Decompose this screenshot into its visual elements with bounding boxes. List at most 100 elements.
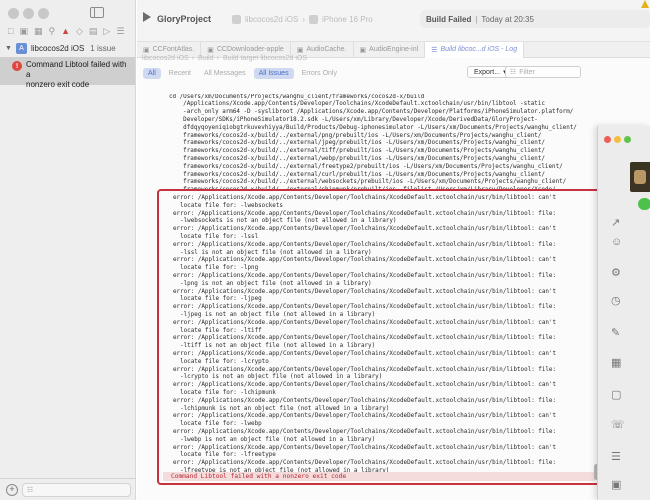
target-icon: A [15, 42, 27, 54]
issue-error-row[interactable]: ! Command Libtool failed with a nonzero … [0, 57, 135, 89]
log-line: -lwebsockets is not an object file (not … [173, 218, 397, 225]
log-line: -lcrypto is not an object file (not allo… [173, 374, 383, 381]
chevron-right-icon: › [302, 14, 306, 24]
scope-all[interactable]: All [143, 67, 161, 79]
scope-recent[interactable]: Recent [164, 68, 196, 79]
folder-icon[interactable]: □ [8, 26, 13, 36]
log-line: frameworks/cocos2d-x/build/../external/w… [169, 179, 567, 186]
log-line: frameworks/cocos2d-x/build/../external/j… [169, 140, 545, 147]
log-line: frameworks/cocos2d-x/build/../external/c… [169, 171, 545, 178]
log-line: -lchipmunk is not an object file (not al… [173, 405, 390, 412]
chevron-down-icon[interactable]: ▼ [5, 45, 12, 52]
log-line: error: /Applications/Xcode.app/Contents/… [173, 413, 557, 420]
log-line: error: /Applications/Xcode.app/Contents/… [173, 272, 557, 279]
window-controls [604, 136, 631, 143]
issue-error-line-1: Command Libtool failed with a [26, 60, 127, 79]
issue-warning-icon[interactable]: ▲ [61, 26, 70, 36]
log-line: dfdqyqoyeniqiobgtrkuvevhiyya/Build/Produ… [169, 124, 577, 131]
log-line: error: /Applications/Xcode.app/Contents/… [173, 460, 557, 467]
log-filter-field[interactable]: ☷ Filter [505, 66, 581, 78]
log-command-block: cd /Users/xm/Documents/Projects/wanghu_c… [157, 94, 592, 204]
minimize-window-button[interactable] [614, 136, 621, 143]
status-divider: | [475, 14, 478, 24]
settings-icon[interactable]: ⚙ [611, 266, 621, 279]
sidebar-toolbar: □ ▣ ▦ ⚲ ▲ ◇ ▤ ▷ ☰ [0, 0, 135, 44]
source-control-icon[interactable]: ▣ [19, 26, 28, 37]
log-line: error: /Applications/Xcode.app/Contents/… [173, 210, 557, 217]
log-line: locate file for: -lchipmunk [173, 389, 276, 396]
log-line: -lssl is not an object file (not allowed… [173, 249, 372, 256]
folder-icon[interactable]: ▢ [611, 388, 621, 401]
issue-group-count: 1 issue [90, 43, 116, 53]
log-line: error: /Applications/Xcode.app/Contents/… [173, 226, 557, 233]
warning-triangle-icon[interactable] [641, 0, 649, 8]
log-line: error: /Applications/Xcode.app/Contents/… [173, 257, 557, 264]
share-icon[interactable]: ↗ [611, 216, 620, 229]
jump-bar-segment-build[interactable]: Build › [198, 55, 219, 62]
jump-bar-segment-build-target[interactable]: Build target libcocos2d iOS [223, 55, 307, 62]
scope-errors-only[interactable]: Errors Only [297, 68, 342, 79]
log-line: locate file for: -lwebp [173, 421, 262, 428]
log-line: error: /Applications/Xcode.app/Contents/… [173, 366, 557, 373]
debug-icon[interactable]: ▤ [89, 26, 98, 37]
issue-group-row[interactable]: ▼ A libcocos2d iOS 1 issue [0, 40, 135, 56]
log-line: locate file for: -lcrypto [173, 358, 269, 365]
archive-icon[interactable]: ▣ [611, 478, 621, 491]
menu-icon[interactable]: ☰ [611, 450, 621, 463]
sidebar-toggle-icon[interactable] [90, 7, 104, 18]
jump-bar-segment-target[interactable]: libcocos2d iOS › [142, 55, 194, 62]
log-line: cd /Users/xm/Documents/Projects/wanghu_c… [169, 93, 425, 100]
clock-icon[interactable]: ◷ [611, 294, 621, 307]
log-line: -lpng is not an object file (not allowed… [173, 280, 372, 287]
scope-all-issues[interactable]: All Issues [253, 67, 294, 79]
log-line: Developer/SDKs/iPhoneSimulator18.2.sdk -… [169, 116, 538, 123]
scheme-selector[interactable]: libcocos2d iOS › iPhone 16 Pro [232, 11, 412, 27]
scheme-name: libcocos2d iOS [245, 14, 299, 24]
find-icon[interactable]: ⚲ [48, 26, 55, 37]
log-line: error: /Applications/Xcode.app/Contents/… [173, 241, 557, 248]
thumbnail-image[interactable] [630, 162, 650, 192]
plus-icon[interactable]: + [6, 483, 18, 496]
editor-area: GloryProject libcocos2d iOS › iPhone 16 … [137, 0, 650, 500]
bookmark-icon[interactable]: ✎ [611, 326, 620, 339]
log-line: error: /Applications/Xcode.app/Contents/… [173, 444, 557, 451]
phone-icon[interactable]: ☏ [611, 418, 625, 431]
error-highlight-box: error: /Applications/Xcode.app/Contents/… [157, 189, 601, 485]
log-line: frameworks/cocos2d-x/build/../external/p… [169, 132, 542, 139]
person-icon[interactable]: ☺ [611, 236, 622, 248]
error-badge-icon: ! [12, 61, 22, 71]
log-line: frameworks/cocos2d-x/build/../external/t… [169, 148, 545, 155]
zoom-window-button[interactable] [624, 136, 631, 143]
scope-all-messages[interactable]: All Messages [199, 68, 251, 79]
breakpoint-icon[interactable]: ▷ [103, 26, 110, 37]
log-line: -ljpeg is not an object file (not allowe… [173, 311, 376, 318]
log-line: -ltiff is not an object file (not allowe… [173, 343, 376, 350]
play-icon[interactable] [143, 12, 151, 22]
chat-bubble-icon[interactable] [638, 198, 650, 210]
log-error-block: error: /Applications/Xcode.app/Contents/… [159, 191, 599, 476]
target-icon [232, 14, 241, 24]
log-line: locate file for: -lwebsockets [173, 202, 283, 209]
log-line: error: /Applications/Xcode.app/Contents/… [173, 397, 557, 404]
symbol-icon[interactable]: ▦ [34, 26, 43, 37]
log-line: locate file for: -ljpeg [173, 296, 262, 303]
build-status-result: Build Failed [426, 14, 472, 24]
issue-error-text: Command Libtool failed with a nonzero ex… [26, 60, 131, 89]
close-window-button[interactable] [604, 136, 611, 143]
test-icon[interactable]: ◇ [76, 26, 83, 37]
issue-navigator: □ ▣ ▦ ⚲ ▲ ◇ ▤ ▷ ☰ ▼ A libcocos2d iOS 1 i… [0, 0, 136, 500]
sidebar-filter-field[interactable]: ☷ [22, 482, 131, 497]
grid-icon[interactable]: ▦ [611, 356, 621, 369]
log-line: error: /Applications/Xcode.app/Contents/… [173, 350, 557, 357]
report-icon[interactable]: ☰ [116, 26, 124, 37]
log-line: locate file for: -lssl [173, 233, 259, 240]
background-window: ↗ ☺ ⚙ ◷ ✎ ▦ ▢ ☏ ☰ ▣ [597, 126, 650, 500]
build-status-time: Today at 20:35 [481, 14, 534, 24]
activity-status[interactable]: Build Failed | Today at 20:35 [420, 10, 650, 28]
log-line: locate file for: -ltiff [173, 327, 262, 334]
project-title: GloryProject [157, 14, 212, 24]
failure-message[interactable]: Command Libtool failed with a nonzero ex… [163, 472, 595, 481]
log-line: error: /Applications/Xcode.app/Contents/… [173, 304, 557, 311]
log-line: error: /Applications/Xcode.app/Contents/… [173, 428, 557, 435]
log-line: error: /Applications/Xcode.app/Contents/… [173, 288, 557, 295]
